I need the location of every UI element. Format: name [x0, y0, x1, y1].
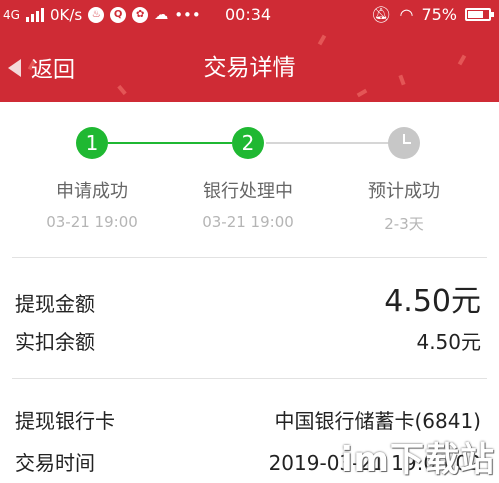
header-bar: 4G 0K/s ♨ Q ✿ ☁ ••• 00:34 🔕︎ ◠ 75% 返回 交易…: [0, 0, 499, 102]
bank-card-label: 提现银行卡: [15, 409, 115, 433]
network-type: 4G: [3, 8, 20, 22]
bank-card-row: 提现银行卡 中国银行储蓄卡(6841): [15, 405, 481, 434]
battery-level: 75%: [421, 5, 457, 24]
navigation-bar: 返回 交易详情: [0, 48, 499, 88]
step-time: 03-21 19:00: [46, 213, 138, 231]
mute-icon: 🔕︎: [371, 5, 392, 24]
withdraw-amount-label: 提现金额: [15, 292, 95, 316]
divider: [12, 378, 487, 379]
deducted-balance-row: 实扣余额 4.50元: [15, 326, 481, 355]
step-applied: 1 申请成功 03-21 19:00: [17, 118, 167, 231]
emblem-icon: ✿: [132, 7, 149, 23]
step-bank-processing: 2 银行处理中 03-21 19:00: [173, 118, 323, 231]
progress-steps: 1 申请成功 03-21 19:00 2 银行处理中 03-21 19:00 预…: [0, 118, 499, 238]
step-time: 2-3天: [384, 215, 424, 233]
confetti-decoration: [317, 34, 327, 46]
step-label: 申请成功: [56, 181, 128, 202]
more-icon: •••: [174, 6, 201, 24]
step-time: 03-21 19:00: [202, 213, 294, 231]
step-expected-success: 预计成功 2-3天: [329, 118, 479, 234]
status-bar: 4G 0K/s ♨ Q ✿ ☁ ••• 00:34 🔕︎ ◠ 75%: [0, 0, 499, 30]
app-q-icon: Q: [110, 7, 127, 23]
confetti-decoration: [356, 88, 368, 98]
deducted-balance-label: 实扣余额: [15, 330, 95, 354]
clock: 00:34: [225, 5, 272, 24]
step-number-circle: 1: [76, 127, 108, 159]
withdraw-amount-value: 4.50元: [384, 284, 481, 319]
wifi-icon: ◠: [399, 5, 414, 24]
step-label: 预计成功: [368, 181, 440, 202]
clock-icon: [388, 127, 420, 159]
signal-icon: [25, 8, 44, 22]
step-label: 银行处理中: [203, 181, 293, 202]
wechat-icon: ☁: [154, 7, 169, 23]
step-number-circle: 2: [232, 127, 264, 159]
watermark: im下载站: [340, 440, 495, 480]
divider: [12, 257, 487, 258]
transaction-time-label: 交易时间: [15, 451, 95, 475]
network-speed: 0K/s: [49, 6, 83, 24]
withdraw-amount-row: 提现金额 4.50元: [15, 276, 481, 320]
bank-card-value: 中国银行储蓄卡(6841): [274, 409, 481, 433]
flame-icon: ♨: [88, 7, 105, 23]
page-title: 交易详情: [203, 55, 296, 81]
battery-icon: [465, 8, 494, 21]
deducted-balance-value: 4.50元: [416, 330, 481, 354]
